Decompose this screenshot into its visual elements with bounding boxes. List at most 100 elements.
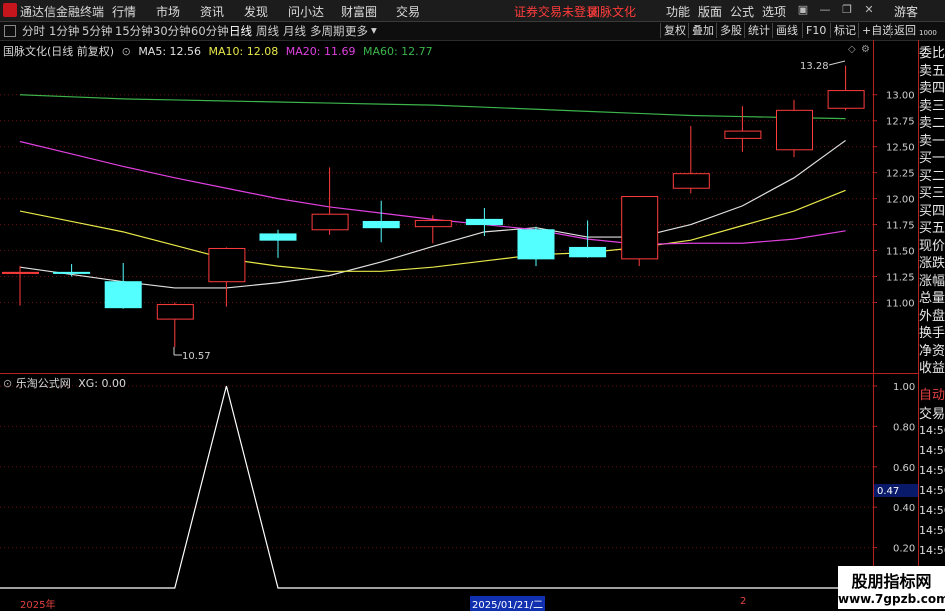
- sub-axis: 0.20 0.40 0.60 0.80 1.00: [873, 382, 915, 555]
- quote-label: 卖四: [919, 81, 945, 96]
- sub-chart-title: 乐淘公式网: [15, 377, 71, 390]
- watermark: 股朋指标网 www.7gpzb.com: [838, 566, 945, 609]
- tab-30min[interactable]: 30分钟: [153, 23, 191, 39]
- candle-body-up: [208, 247, 246, 283]
- candle-body-down: [517, 229, 555, 260]
- f10-button[interactable]: F10: [802, 23, 829, 38]
- tab-weekly[interactable]: 周线: [256, 23, 279, 39]
- menu-item-layout[interactable]: 版面: [698, 3, 722, 20]
- ma60-label: MA60: 12.77: [362, 45, 433, 58]
- y-tick-label: 12.75: [886, 117, 915, 128]
- sub-y-tick-label: 0.20: [893, 544, 915, 555]
- trade-time: 14:56: [919, 484, 945, 497]
- sub-options-icon[interactable]: ⊙: [3, 377, 12, 390]
- tab-1min[interactable]: 1分钟: [49, 23, 79, 39]
- menu-item-ask[interactable]: 问小达: [288, 3, 324, 20]
- tab-daily[interactable]: 日线: [229, 23, 252, 39]
- quote-label: 涨跌: [919, 256, 945, 271]
- kline-chart[interactable]: 11.00 11.25 11.50 11.75 12.00 12.25 12.50 12.75…: [0, 40, 919, 597]
- close-icon[interactable]: ✕: [862, 3, 876, 17]
- quote-label: 卖一: [919, 133, 945, 149]
- quote-label: 卖五: [919, 63, 945, 79]
- chart-options-icon[interactable]: ⊙: [122, 45, 131, 58]
- quote-label: 买一: [919, 151, 945, 166]
- app-logo-icon: [3, 3, 17, 17]
- time-axis-bar: 2025年 2025/01/21/二 2: [0, 596, 945, 611]
- y-tick-label: 11.25: [886, 273, 915, 284]
- overlay-button[interactable]: 叠加: [688, 23, 717, 38]
- back-button[interactable]: 返回: [890, 23, 919, 38]
- menu-item-trade[interactable]: 交易: [396, 3, 420, 20]
- sub-chart-header: ⊙ 乐淘公式网 XG: 0.00: [3, 375, 126, 391]
- candle-body-down: [53, 271, 91, 274]
- grid-menu-icon[interactable]: [4, 25, 16, 37]
- menu-item-discover[interactable]: 发现: [244, 3, 268, 20]
- quote-label: 涨幅: [919, 273, 945, 289]
- tab-60min[interactable]: 60分钟: [191, 23, 229, 39]
- statistics-button[interactable]: 统计: [744, 23, 773, 38]
- trade-label[interactable]: 交易: [919, 403, 945, 422]
- trade-login-alert[interactable]: 证券交易未登录: [514, 3, 598, 20]
- menu-bar: 通达信金融终端 行情 市场 资讯 发现 问小达 财富圈 交易 证券交易未登录 国…: [0, 0, 945, 22]
- draw-line-button[interactable]: 画线: [772, 23, 801, 38]
- quote-label: 委比: [919, 46, 945, 61]
- sub-grid: [0, 385, 873, 549]
- mark-button[interactable]: 标记: [830, 23, 859, 38]
- y-tick-label: 11.75: [886, 221, 915, 232]
- ma-line-ma60: [19, 94, 846, 120]
- candle-body-down: [465, 218, 503, 226]
- trade-time: 14:56: [919, 524, 945, 537]
- watermark-line2: www.7gpzb.com: [838, 592, 945, 606]
- quote-label: 买四: [919, 203, 945, 219]
- tab-5min[interactable]: 5分钟: [82, 23, 112, 39]
- sub-y-tick-label: 0.80: [893, 422, 915, 433]
- quote-label: 买五: [919, 221, 945, 236]
- y-tick-label: 12.25: [886, 169, 915, 180]
- y-tick-label: 12.50: [886, 143, 915, 154]
- multi-stock-button[interactable]: 多股: [716, 23, 745, 38]
- ma-line-ma5: [19, 139, 846, 289]
- candle-body-down: [259, 233, 297, 241]
- high-annotation: 13.28: [800, 61, 829, 72]
- tab-more[interactable]: 更多: [345, 23, 368, 39]
- adjust-button[interactable]: 复权: [660, 23, 689, 38]
- watermark-line1: 股朋指标网: [851, 572, 932, 591]
- menu-item-market[interactable]: 市场: [156, 3, 180, 20]
- auto-trade-label[interactable]: 自动: [919, 384, 945, 403]
- candle-body-up: [621, 196, 659, 260]
- sub-y-tick-label: 1.00: [893, 382, 915, 393]
- quote-label: 换手: [919, 326, 945, 341]
- menu-item-options[interactable]: 选项: [762, 3, 786, 20]
- menu-item-news[interactable]: 资讯: [200, 3, 224, 20]
- candle-body-up: [724, 130, 762, 139]
- period-toolbar: 分时 1分钟 5分钟 15分钟 30分钟 60分钟 日线 周线 月线 多周期 更…: [0, 22, 945, 41]
- candle-body-down: [104, 281, 142, 309]
- trade-time: 14:56: [919, 464, 945, 477]
- menu-item-quotes[interactable]: 行情: [112, 3, 136, 20]
- menu-item-function[interactable]: 功能: [666, 3, 690, 20]
- user-label[interactable]: 游客: [894, 3, 918, 20]
- candle-body-up: [311, 213, 349, 231]
- tab-multi-period[interactable]: 多周期: [310, 23, 345, 39]
- tab-15min[interactable]: 15分钟: [115, 23, 153, 39]
- quote-label: 卖二: [919, 116, 945, 131]
- skin-icon[interactable]: ▣: [796, 3, 810, 17]
- quote-label: 卖三: [919, 98, 945, 114]
- indicator-lines: [0, 385, 873, 589]
- current-stock-label: 国脉文化: [588, 5, 637, 19]
- maximize-icon[interactable]: ❐: [840, 3, 854, 17]
- minimize-icon[interactable]: —: [818, 3, 832, 17]
- menu-item-wealth[interactable]: 财富圈: [341, 3, 377, 20]
- more-chevron-icon[interactable]: ▾: [371, 23, 377, 37]
- candle-body-down: [362, 220, 400, 229]
- quote-label: 现价: [919, 238, 945, 254]
- chart-title: 国脉文化(日线 前复权): [3, 45, 115, 58]
- diamond-icon[interactable]: ◇: [848, 44, 856, 55]
- quote-label: 总量: [919, 291, 945, 306]
- settings-icon[interactable]: ⚙: [861, 44, 870, 55]
- menu-item-formula[interactable]: 公式: [730, 3, 754, 20]
- tab-monthly[interactable]: 月线: [283, 23, 306, 39]
- ma20-label: MA20: 11.69: [285, 45, 356, 58]
- tab-timeshare[interactable]: 分时: [22, 23, 45, 39]
- quote-label: 买三: [919, 186, 945, 201]
